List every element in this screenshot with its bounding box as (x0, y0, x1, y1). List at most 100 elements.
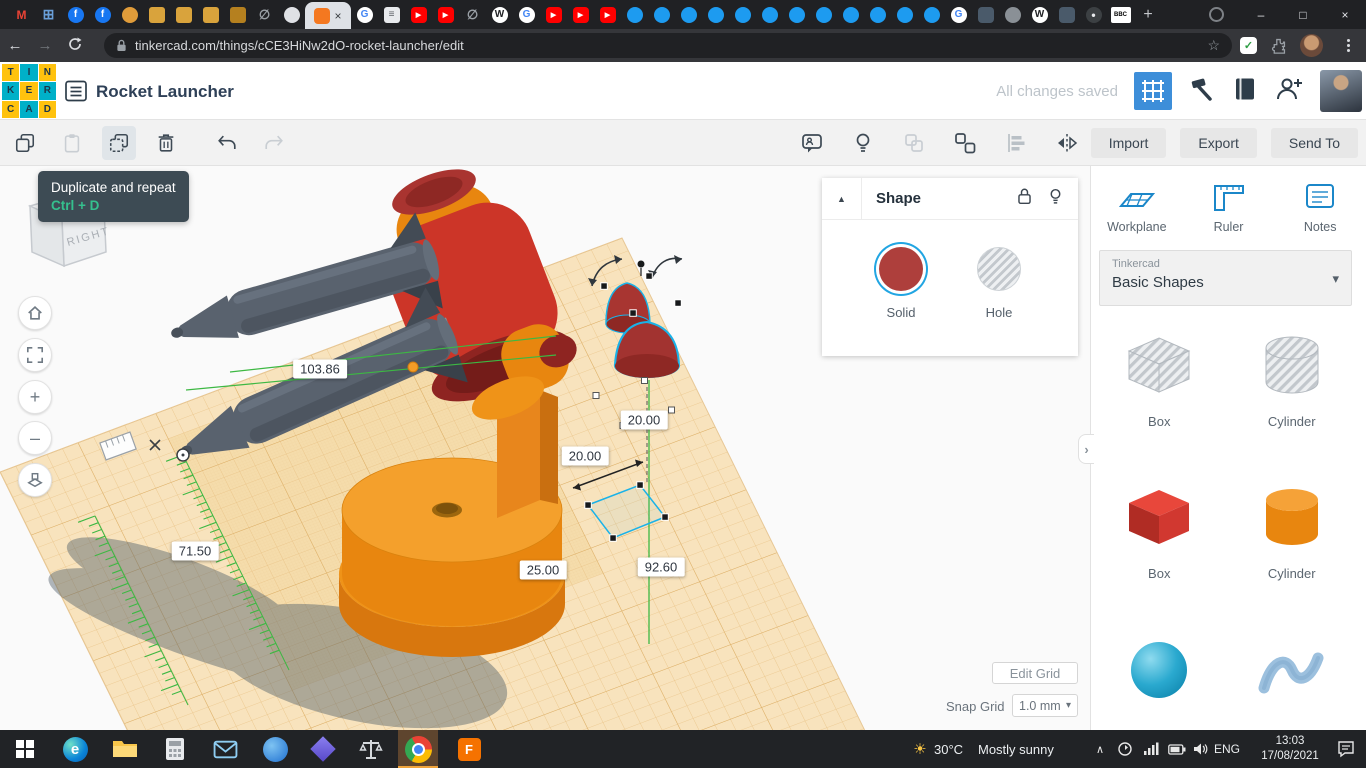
design-title[interactable]: Rocket Launcher (96, 82, 234, 102)
browser-tab[interactable]: ▶ (432, 0, 459, 29)
browser-tab[interactable]: ∅ (251, 0, 278, 29)
back-button[interactable]: ← (0, 37, 30, 54)
browser-tab[interactable]: f (89, 0, 116, 29)
browser-tab[interactable]: • (1080, 0, 1107, 29)
forward-button[interactable]: → (30, 37, 60, 54)
browser-tab[interactable]: G (945, 0, 972, 29)
weather-temp[interactable]: 30°C (934, 730, 963, 768)
shape-library-dropdown[interactable]: Tinkercad Basic Shapes ▾ (1099, 250, 1352, 306)
dashboard-grid-button[interactable] (1134, 72, 1172, 110)
browser-tab[interactable] (1053, 0, 1080, 29)
notification-center-icon[interactable] (1334, 730, 1358, 768)
ungroup-button[interactable] (948, 126, 982, 160)
browser-tab[interactable] (197, 0, 224, 29)
browser-tab[interactable] (972, 0, 999, 29)
window-maximize-button[interactable]: □ (1282, 0, 1324, 29)
send-to-button[interactable]: Send To (1270, 128, 1358, 158)
extensions-puzzle-icon[interactable] (1270, 37, 1287, 59)
browser-tab[interactable]: f (62, 0, 89, 29)
dimension-label[interactable]: 103.86 (293, 359, 347, 379)
url-bar[interactable]: tinkercad.com/things/cCE3HiNw2dO-rocket-… (104, 33, 1232, 58)
design-menu-icon[interactable] (64, 79, 88, 108)
browser-tab[interactable] (702, 0, 729, 29)
mail-icon[interactable] (208, 730, 242, 768)
collapse-panel-button[interactable]: ▲ (822, 177, 862, 220)
sync-tray-icon[interactable] (1114, 730, 1136, 768)
browser-tab[interactable] (783, 0, 810, 29)
browser-tab[interactable]: G (351, 0, 378, 29)
calculator-icon[interactable] (158, 730, 192, 768)
duplicate-button[interactable] (102, 126, 136, 160)
import-button[interactable]: Import (1090, 128, 1167, 158)
perspective-toggle-button[interactable] (18, 463, 52, 497)
solid-swatch[interactable] (879, 247, 923, 291)
edge-icon[interactable]: e (58, 730, 92, 768)
browser-tab[interactable]: ∅ (459, 0, 486, 29)
export-button[interactable]: Export (1180, 128, 1257, 158)
language-indicator[interactable]: ENG (1214, 730, 1240, 768)
browser-tab[interactable] (756, 0, 783, 29)
ruler-tool-button[interactable]: Ruler (1183, 180, 1275, 234)
orange-f-app-icon[interactable]: F (452, 730, 486, 768)
reload-button[interactable] (60, 36, 90, 56)
file-explorer-icon[interactable] (108, 730, 142, 768)
show-all-bulb-button[interactable] (846, 126, 880, 160)
delete-button[interactable] (149, 126, 183, 160)
tab-close-button[interactable]: × (334, 10, 341, 22)
browser-tab[interactable]: ▶ (594, 0, 621, 29)
shape-tile-red-box[interactable]: Box (1093, 466, 1226, 618)
browser-tab[interactable] (224, 0, 251, 29)
solid-option[interactable]: Solid (874, 242, 928, 320)
browser-tab[interactable]: ▶ (405, 0, 432, 29)
hole-swatch[interactable] (977, 247, 1021, 291)
browser-tab[interactable]: W (486, 0, 513, 29)
browser-tab[interactable] (621, 0, 648, 29)
lock-shape-icon[interactable] (1016, 187, 1033, 211)
paste-button[interactable] (55, 126, 89, 160)
redo-button[interactable] (257, 126, 291, 160)
zoom-out-button[interactable]: – (18, 421, 52, 455)
browser-tab[interactable] (116, 0, 143, 29)
new-tab-button[interactable]: + (1134, 0, 1162, 29)
browser-tab-active[interactable]: × (305, 2, 351, 29)
shape-tile-scribble[interactable] (1226, 618, 1359, 730)
bookmark-star-icon[interactable]: ☆ (1207, 37, 1220, 54)
snap-grid-select[interactable]: 1.0 mm ▾ (1012, 694, 1078, 717)
notebook-icon[interactable] (1232, 76, 1258, 107)
browser-tab[interactable] (810, 0, 837, 29)
home-view-button[interactable] (18, 296, 52, 330)
zoom-in-button[interactable]: + (18, 380, 52, 414)
browser-tab[interactable] (918, 0, 945, 29)
browser-account-avatar[interactable] (1300, 34, 1323, 57)
clock[interactable]: 13:03 17/08/2021 (1252, 730, 1328, 768)
user-avatar[interactable] (1320, 70, 1362, 112)
hole-option[interactable]: Hole (972, 242, 1026, 320)
browser-tab[interactable] (999, 0, 1026, 29)
sidebar-collapse-handle[interactable]: › (1078, 434, 1094, 464)
shape-tile-sphere[interactable] (1093, 618, 1226, 730)
dimension-label[interactable]: 92.60 (637, 557, 685, 577)
edit-grid-button[interactable]: Edit Grid (992, 662, 1078, 684)
window-close-button[interactable]: × (1324, 0, 1366, 29)
annotate-button[interactable] (795, 126, 829, 160)
url-text[interactable]: tinkercad.com/things/cCE3HiNw2dO-rocket-… (135, 38, 1207, 53)
dimension-label[interactable]: 20.00 (620, 410, 668, 430)
tinkercad-logo[interactable]: T I N K E R C A D (2, 64, 56, 118)
browser-tab[interactable] (864, 0, 891, 29)
invite-person-icon[interactable] (1274, 74, 1304, 109)
start-button[interactable] (8, 730, 42, 768)
mirror-button[interactable] (1050, 126, 1084, 160)
adblock-extension-icon[interactable]: ✓ (1240, 37, 1257, 54)
hide-shape-bulb-icon[interactable] (1047, 187, 1064, 211)
shape-tile-hole-cylinder[interactable]: Cylinder (1226, 314, 1359, 466)
browser-tab[interactable]: ≡ (378, 0, 405, 29)
purple-app-icon[interactable] (306, 730, 340, 768)
battery-tray-icon[interactable] (1166, 730, 1188, 768)
browser-tab[interactable] (143, 0, 170, 29)
align-button[interactable] (999, 126, 1033, 160)
network-tray-icon[interactable] (1140, 730, 1162, 768)
browser-tab[interactable] (837, 0, 864, 29)
browser-tab[interactable]: ⊞ (35, 0, 62, 29)
browser-profile-icon[interactable] (1209, 7, 1224, 22)
workplane-tool[interactable]: Workplane (1091, 180, 1183, 234)
